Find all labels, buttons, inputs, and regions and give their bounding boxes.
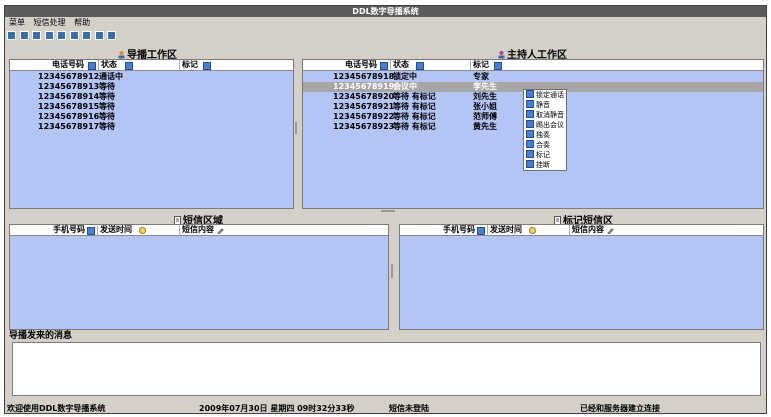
status-sms-login: 短信未登陆 (389, 404, 429, 413)
context-item-unmute[interactable]: 取消静音 (524, 110, 566, 120)
table-row[interactable]: 12345678914 等待 (10, 92, 293, 102)
context-item-ensemble[interactable]: 合奏 (524, 140, 566, 150)
menu-item-help[interactable]: 帮助 (74, 18, 90, 27)
clock-icon (139, 227, 146, 234)
ensemble-icon (526, 140, 534, 148)
pencil-icon (217, 228, 224, 234)
menu-item-sms[interactable]: 短信处理 (34, 18, 66, 27)
kick-icon (526, 120, 534, 128)
marked-sms-table: 手机号码 发送时间 短信内容 (399, 224, 764, 330)
vertical-splitter[interactable] (391, 264, 393, 278)
toolbar-button-5[interactable] (57, 31, 67, 40)
toolbar-button-9[interactable] (107, 31, 117, 40)
table-header: 手机号码 发送时间 短信内容 (400, 225, 763, 236)
toolbar-button-1[interactable] (7, 31, 16, 40)
context-item-hangup[interactable]: 挂断 (524, 160, 566, 170)
unmute-icon (526, 110, 534, 118)
column-status[interactable]: 状态 (391, 60, 471, 70)
sort-icon (416, 62, 424, 70)
sort-icon (88, 62, 96, 70)
status-datetime: 2009年07月30日 星期四 09时32分33秒 (199, 404, 355, 413)
column-send-time[interactable]: 发送时间 (488, 225, 570, 235)
sort-icon (125, 62, 133, 70)
status-welcome: 欢迎使用DDL数字导播系统 (7, 404, 106, 413)
toolbar-button-8[interactable] (94, 31, 104, 40)
table-row[interactable]: 12345678916 等待 (10, 112, 293, 122)
table-row[interactable]: 12345678912 通话中 (10, 72, 293, 82)
host-user-icon (498, 51, 505, 59)
sms-table: 手机号码 发送时间 短信内容 (9, 224, 389, 330)
status-bar: 欢迎使用DDL数字导播系统 2009年07月30日 星期四 09时32分33秒 … (5, 402, 766, 413)
sort-icon (477, 227, 485, 235)
column-send-time[interactable]: 发送时间 (98, 225, 180, 235)
toolbar-button-6[interactable] (69, 31, 79, 40)
column-mobile[interactable]: 手机号码 (10, 225, 98, 235)
vertical-splitter[interactable] (295, 122, 297, 134)
context-item-lock-call[interactable]: 锁定通话 (524, 90, 566, 100)
mark-icon (526, 150, 534, 158)
column-phone[interactable]: 电话号码 (303, 60, 391, 70)
sort-icon (380, 62, 388, 70)
toolbar-button-7[interactable] (82, 31, 92, 40)
sort-icon (494, 62, 502, 70)
pencil-icon (607, 228, 614, 234)
sort-icon (203, 62, 211, 70)
column-mobile[interactable]: 手机号码 (400, 225, 488, 235)
mute-icon (526, 100, 534, 108)
messages-title: 导播发来的消息 (9, 331, 73, 341)
status-server-connection: 已经和服务器建立连接 (580, 404, 660, 413)
clock-icon (529, 227, 536, 234)
row-context-menu: 锁定通话 静音 取消静音 踢出会议 独奏 合奏 标记 挂断 (523, 89, 567, 171)
lock-icon (526, 90, 534, 98)
director-call-table: 电话号码 状态 标记 12345678912 通话中 12345678913 等待 … (9, 59, 294, 209)
menu-bar: 菜单 短信处理 帮助 (5, 17, 766, 29)
column-phone[interactable]: 电话号码 (10, 60, 99, 70)
app-window: DDL数字导播系统 菜单 短信处理 帮助 导播工作区 电话号码 状态 标记 12… (4, 5, 767, 414)
messages-area[interactable] (12, 342, 761, 396)
hangup-icon (526, 160, 534, 168)
toolbar-button-3[interactable] (32, 31, 42, 40)
column-mark[interactable]: 标记 (180, 60, 293, 70)
table-header: 手机号码 发送时间 短信内容 (10, 225, 388, 236)
table-header: 电话号码 状态 标记 (10, 60, 293, 71)
table-header: 电话号码 状态 标记 (303, 60, 763, 71)
context-item-mute[interactable]: 静音 (524, 100, 566, 110)
solo-icon (526, 130, 534, 138)
toolbar-button-2[interactable] (19, 31, 29, 40)
context-item-mark[interactable]: 标记 (524, 150, 566, 160)
menu-item-main[interactable]: 菜单 (9, 18, 25, 27)
toolbar (7, 31, 117, 40)
sort-icon (87, 227, 95, 235)
horizontal-splitter[interactable] (381, 210, 395, 212)
column-status[interactable]: 状态 (99, 60, 180, 70)
column-mark[interactable]: 标记 (471, 60, 763, 70)
context-item-kick[interactable]: 踢出会议 (524, 120, 566, 130)
column-sms-content[interactable]: 短信内容 (570, 225, 763, 235)
toolbar-button-4[interactable] (44, 31, 54, 40)
context-item-solo[interactable]: 独奏 (524, 130, 566, 140)
column-sms-content[interactable]: 短信内容 (180, 225, 388, 235)
table-row[interactable]: 12345678913 等待 (10, 82, 293, 92)
table-row[interactable]: 12345678918 锁定中 专家 (303, 72, 763, 82)
window-title: DDL数字导播系统 (5, 6, 766, 17)
user-icon (118, 51, 125, 59)
table-row[interactable]: 12345678915 等待 (10, 102, 293, 112)
table-row[interactable]: 12345678917 等待 (10, 122, 293, 132)
